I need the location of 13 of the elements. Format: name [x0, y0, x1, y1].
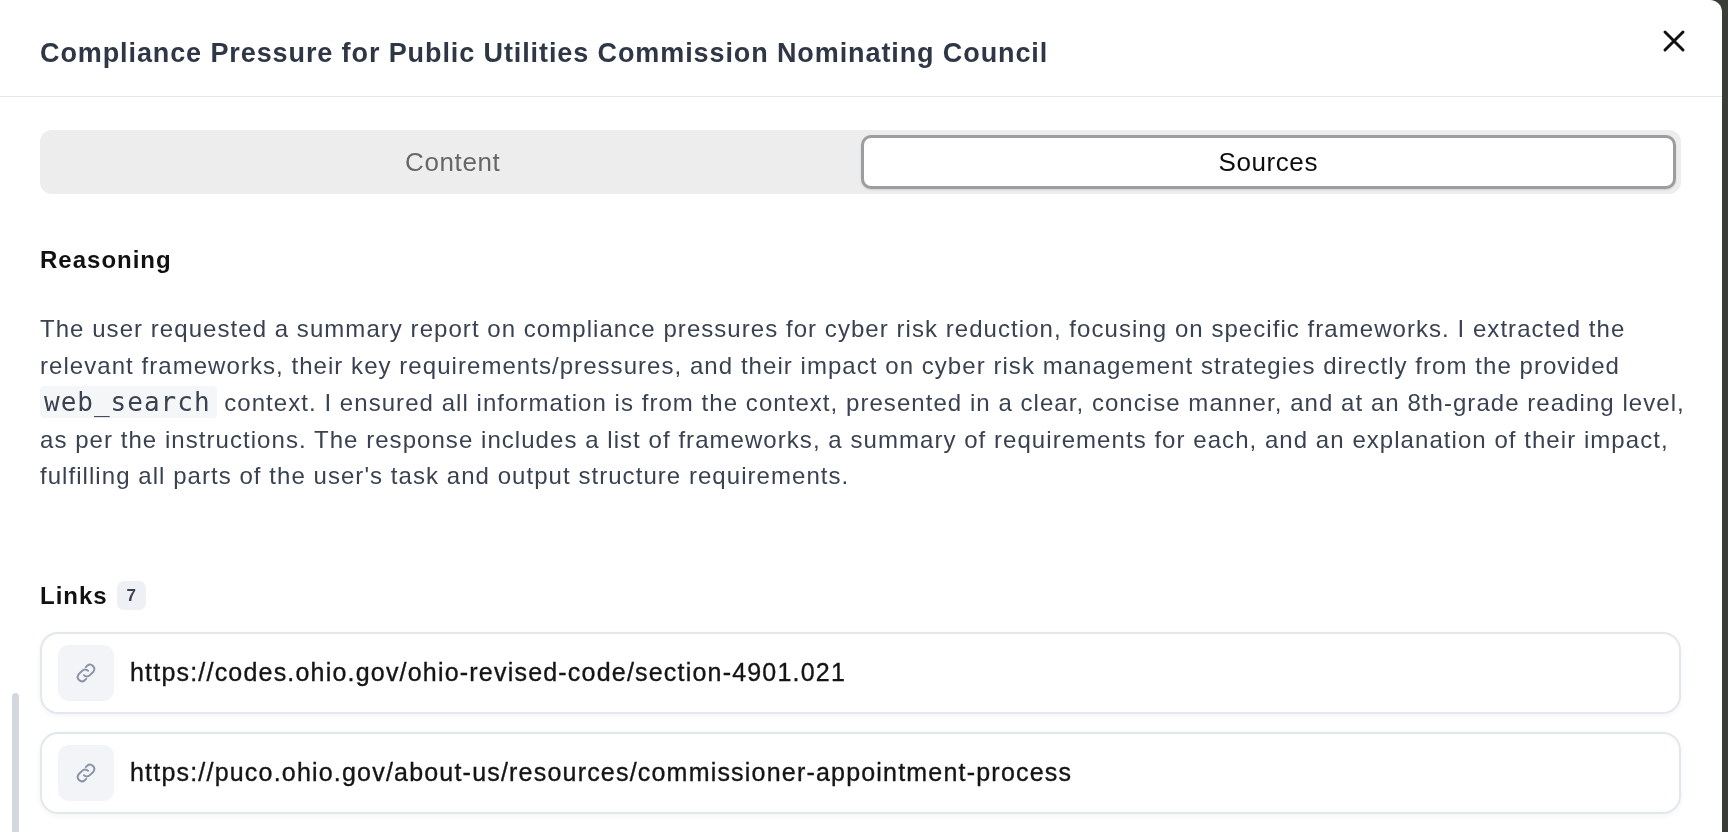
- link-count: 7: [116, 581, 146, 611]
- tab[interactable]: Content: [45, 135, 861, 189]
- tab[interactable]: Sources: [860, 135, 1676, 189]
- scrollbar-thumb[interactable]: [12, 693, 19, 832]
- close-icon[interactable]: [1662, 29, 1686, 53]
- section-heading: Reasoning: [40, 245, 173, 275]
- link-card[interactable]: https://puco.ohio.gov/about-us/resources/commissioner-appointment-process: [40, 731, 1681, 814]
- section-heading: Links: [40, 580, 108, 611]
- dialog-title: Compliance Pressure for Public Utilities Commission Nominating Council: [40, 36, 1049, 69]
- link-icon: [58, 744, 114, 801]
- link-card[interactable]: https://codes.ohio.gov/ohio-revised-code/section-4901.021: [40, 631, 1681, 714]
- link-icon: [58, 644, 114, 701]
- reasoning-text: The user requested a summary report on compliance pressures for cyber risk reduction, focusing on specific frameworks. I extracted the relevant frameworks, their key requirements/pressures, and their impact on cyber risk management strategies directly from the provided web_search context. I ensured all information is from the context, presented in a clear, concise manner, and at an 8th-grade reading level, as per the instructions. The response includes a list of frameworks, a summary of requirements for each, and an explanation of their impact, fulfilling all parts of the user's task and output structure requirements.: [40, 314, 1686, 492]
